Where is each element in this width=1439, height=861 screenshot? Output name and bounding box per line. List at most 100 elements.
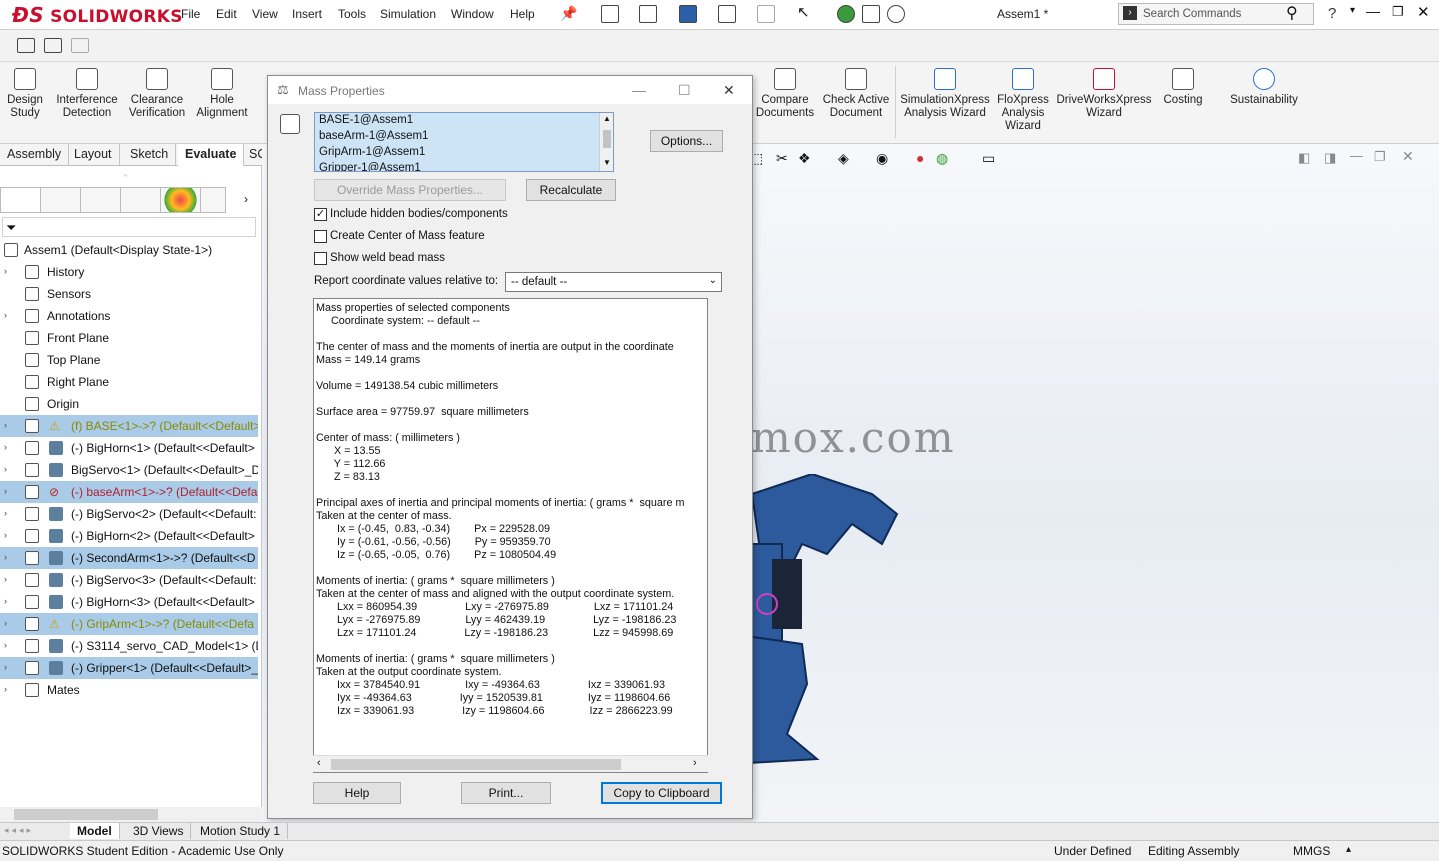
tree-item[interactable]: › ⚠ (-) GripArm<1>->? (Default<<Defa <box>0 613 258 635</box>
display-style-icon[interactable]: ◈ <box>838 150 849 167</box>
expand-chevron-icon[interactable]: › <box>4 530 7 540</box>
compare-documents-button[interactable]: Compare Documents <box>752 62 818 120</box>
scroll-left-icon[interactable]: ‹ <box>317 757 321 769</box>
horizontal-scrollbar[interactable] <box>0 807 262 823</box>
tree-item[interactable]: › (-) BigHorn<3> (Default<<Default> <box>0 591 258 613</box>
results-scroll-thumb[interactable] <box>331 759 621 770</box>
show-weld-checkbox[interactable] <box>314 252 327 265</box>
expand-chevron-icon[interactable]: › <box>4 442 7 452</box>
scroll-right-icon[interactable]: › <box>693 757 697 769</box>
dialog-close-icon[interactable]: ✕ <box>723 82 735 99</box>
tab-evaluate[interactable]: Evaluate <box>178 144 245 166</box>
tree-item[interactable]: › BigServo<1> (Default<<Default>_D <box>0 459 258 481</box>
print-button[interactable]: Print... <box>461 782 551 804</box>
interference-detection-button[interactable]: Interference Detection <box>52 62 122 120</box>
tree-root-assembly[interactable]: Assem1 (Default<Display State-1>) <box>0 239 258 261</box>
expand-chevron-icon[interactable]: › <box>4 662 7 672</box>
expand-chevron-icon[interactable]: › <box>4 574 7 584</box>
viewport-minimize-icon[interactable]: — <box>1350 148 1363 163</box>
recalculate-button[interactable]: Recalculate <box>526 179 616 201</box>
expand-chevron-icon[interactable]: › <box>4 420 7 430</box>
open-icon[interactable] <box>639 5 657 23</box>
menu-insert[interactable]: Insert <box>292 7 322 21</box>
tree-item[interactable]: Sensors <box>0 283 258 305</box>
create-com-checkbox[interactable] <box>314 230 327 243</box>
menu-window[interactable]: Window <box>451 7 494 21</box>
record-video-icon[interactable] <box>71 38 89 53</box>
screen-capture-icon[interactable] <box>44 38 62 53</box>
hide-show-icon[interactable]: ◉ <box>876 150 888 167</box>
dialog-title-bar[interactable]: ⚖ Mass Properties — ☐ ✕ <box>268 76 752 104</box>
expand-chevron-icon[interactable]: › <box>4 266 7 276</box>
tile-left-icon[interactable]: ◧ <box>1298 150 1310 166</box>
expand-chevron-icon[interactable]: › <box>4 508 7 518</box>
hole-alignment-button[interactable]: Hole Alignment <box>193 62 251 120</box>
help-question-icon[interactable]: ? <box>1328 5 1336 22</box>
close-icon[interactable]: ✕ <box>1417 3 1430 21</box>
expand-chevron-icon[interactable]: › <box>4 596 7 606</box>
print-icon[interactable] <box>718 5 736 23</box>
tab-motion-study[interactable]: Motion Study 1 <box>193 823 289 839</box>
solidworks-logo[interactable]: ƉS SOLIDWORKS <box>12 3 183 27</box>
results-text-area[interactable]: Mass properties of selected components C… <box>313 298 708 773</box>
expand-chevron-icon[interactable]: › <box>4 640 7 650</box>
rebuild-icon[interactable] <box>837 5 855 23</box>
copy-to-clipboard-button[interactable]: Copy to Clipboard <box>601 782 722 804</box>
display-manager-tab-icon[interactable] <box>161 188 201 212</box>
dimxpert-tab-icon[interactable] <box>121 188 161 212</box>
list-item[interactable]: baseArm-1@Assem1 <box>319 130 428 142</box>
appearance-icon[interactable]: ● <box>916 150 924 166</box>
minimize-icon[interactable]: — <box>1366 3 1380 19</box>
tab-layout[interactable]: Layout <box>67 144 120 166</box>
floxpress-button[interactable]: FloXpress Analysis Wizard <box>994 62 1052 133</box>
sustainability-button[interactable]: Sustainability <box>1224 62 1304 107</box>
scroll-down-icon[interactable]: ▼ <box>603 158 611 167</box>
simulationxpress-button[interactable]: SimulationXpress Analysis Wizard <box>899 62 991 120</box>
tree-item[interactable]: Origin <box>0 393 258 415</box>
results-horizontal-scrollbar[interactable]: ‹ › <box>313 755 708 772</box>
coordinate-system-select[interactable]: -- default -- ⌄ <box>505 272 722 292</box>
expand-chevron-icon[interactable]: › <box>4 310 7 320</box>
tab-sketch[interactable]: Sketch <box>123 144 177 166</box>
scene-icon[interactable]: ◍ <box>936 150 948 167</box>
costing-button[interactable]: Costing <box>1157 62 1209 107</box>
expand-chevron-icon[interactable]: › <box>4 618 7 628</box>
feature-tree-tab-icon[interactable] <box>1 188 41 212</box>
tile-right-icon[interactable]: ◨ <box>1324 150 1336 166</box>
menu-tools[interactable]: Tools <box>338 7 366 21</box>
scrollbar-thumb[interactable] <box>14 809 158 820</box>
clearance-verification-button[interactable]: Clearance Verification <box>125 62 189 120</box>
options-button[interactable]: Options... <box>650 130 723 152</box>
menu-view[interactable]: View <box>252 7 278 21</box>
tree-item[interactable]: › (-) Gripper<1> (Default<<Default>_ <box>0 657 258 679</box>
tree-item[interactable]: Right Plane <box>0 371 258 393</box>
tree-item[interactable]: › Mates <box>0 679 258 701</box>
override-mass-properties-button[interactable]: Override Mass Properties... <box>314 179 506 201</box>
expand-chevron-icon[interactable]: › <box>4 464 7 474</box>
tree-item[interactable]: › (-) S3114_servo_CAD_Model<1> (De <box>0 635 258 657</box>
property-manager-tab-icon[interactable] <box>41 188 81 212</box>
section-view-icon[interactable]: ✂ <box>776 150 788 167</box>
undo-icon[interactable] <box>757 5 775 23</box>
expand-chevron-icon[interactable]: › <box>4 552 7 562</box>
list-item[interactable]: Gripper-1@Assem1 <box>319 162 421 171</box>
robot-arm-model[interactable] <box>732 474 912 774</box>
driveworksxpress-button[interactable]: DriveWorksXpress Wizard <box>1055 62 1153 120</box>
tab-3d-views[interactable]: 3D Views <box>126 823 192 839</box>
unit-dropdown-icon[interactable]: ▴ <box>1346 844 1351 855</box>
help-dropdown-icon[interactable]: ▾ <box>1350 5 1355 16</box>
tree-item[interactable]: › ⚠ (f) BASE<1>->? (Default<<Default> <box>0 415 258 437</box>
include-hidden-checkbox[interactable]: ✓ <box>314 208 327 221</box>
filter-bar[interactable]: ⏷ <box>2 217 256 237</box>
list-scroll-thumb[interactable] <box>603 130 611 148</box>
expand-chevron-icon[interactable]: › <box>4 486 7 496</box>
menu-edit[interactable]: Edit <box>216 7 237 21</box>
tree-item[interactable]: › (-) BigServo<2> (Default<<Default: <box>0 503 258 525</box>
expand-chevron-icon[interactable]: › <box>4 684 7 694</box>
filter-icon[interactable]: ⏷ <box>6 220 16 236</box>
design-study-button[interactable]: Design Study <box>2 62 48 120</box>
pin-icon[interactable]: 📌 <box>560 5 577 22</box>
tree-item[interactable]: › (-) BigServo<3> (Default<<Default: <box>0 569 258 591</box>
tree-item[interactable]: › (-) BigHorn<1> (Default<<Default> <box>0 437 258 459</box>
tree-item[interactable]: Top Plane <box>0 349 258 371</box>
